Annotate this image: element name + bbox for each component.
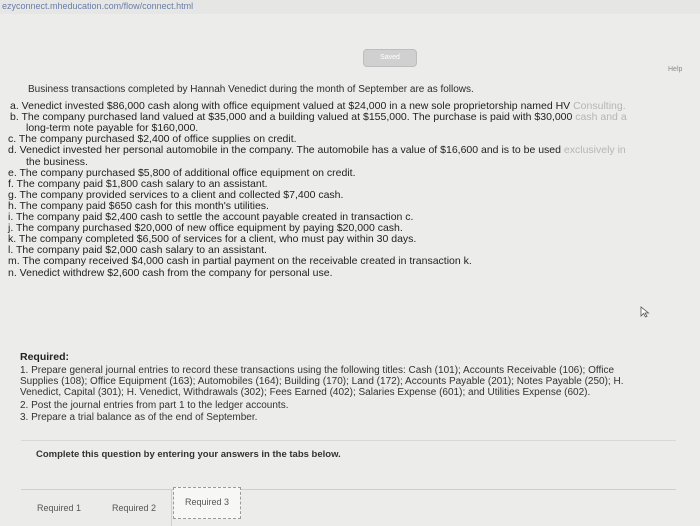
tab-required-1[interactable]: Required 1 xyxy=(21,490,98,526)
saved-status-button[interactable]: Saved xyxy=(363,49,417,67)
transaction-text-cutoff: cash and a xyxy=(575,111,627,124)
instructions-panel xyxy=(21,440,676,480)
transaction-item: d. Venedict invested her personal automo… xyxy=(8,144,626,156)
transaction-text: d. Venedict invested her personal automo… xyxy=(8,144,564,157)
address-bar[interactable]: ezyconnect.mheducation.com/flow/connect.… xyxy=(0,0,700,14)
transaction-text-cutoff: exclusively in xyxy=(563,144,626,157)
instructions-text: Complete this question by entering your … xyxy=(36,449,341,460)
mouse-cursor-icon xyxy=(640,306,650,318)
required-heading: Required: xyxy=(20,351,70,363)
tab-required-2[interactable]: Required 2 xyxy=(97,490,172,526)
answer-tabs: Required 1 Required 2 Required 3 xyxy=(21,487,676,526)
transaction-text: n. Venedict withdrew $2,600 cash from th… xyxy=(8,266,333,279)
tab-required-3[interactable]: Required 3 xyxy=(173,487,241,519)
help-link[interactable]: Help xyxy=(668,66,682,73)
required-line: Supplies (108); Office Equipment (163); … xyxy=(20,376,624,387)
required-line: Venedict, Capital (301); H. Venedict, Wi… xyxy=(20,387,591,398)
required-line: 1. Prepare general journal entries to re… xyxy=(20,365,615,376)
problem-title: Business transactions completed by Hanna… xyxy=(28,84,474,95)
transaction-item: n. Venedict withdrew $2,600 cash from th… xyxy=(8,267,333,279)
required-line: 3. Prepare a trial balance as of the end… xyxy=(20,412,258,423)
required-line: 2. Post the journal entries from part 1 … xyxy=(20,400,289,411)
